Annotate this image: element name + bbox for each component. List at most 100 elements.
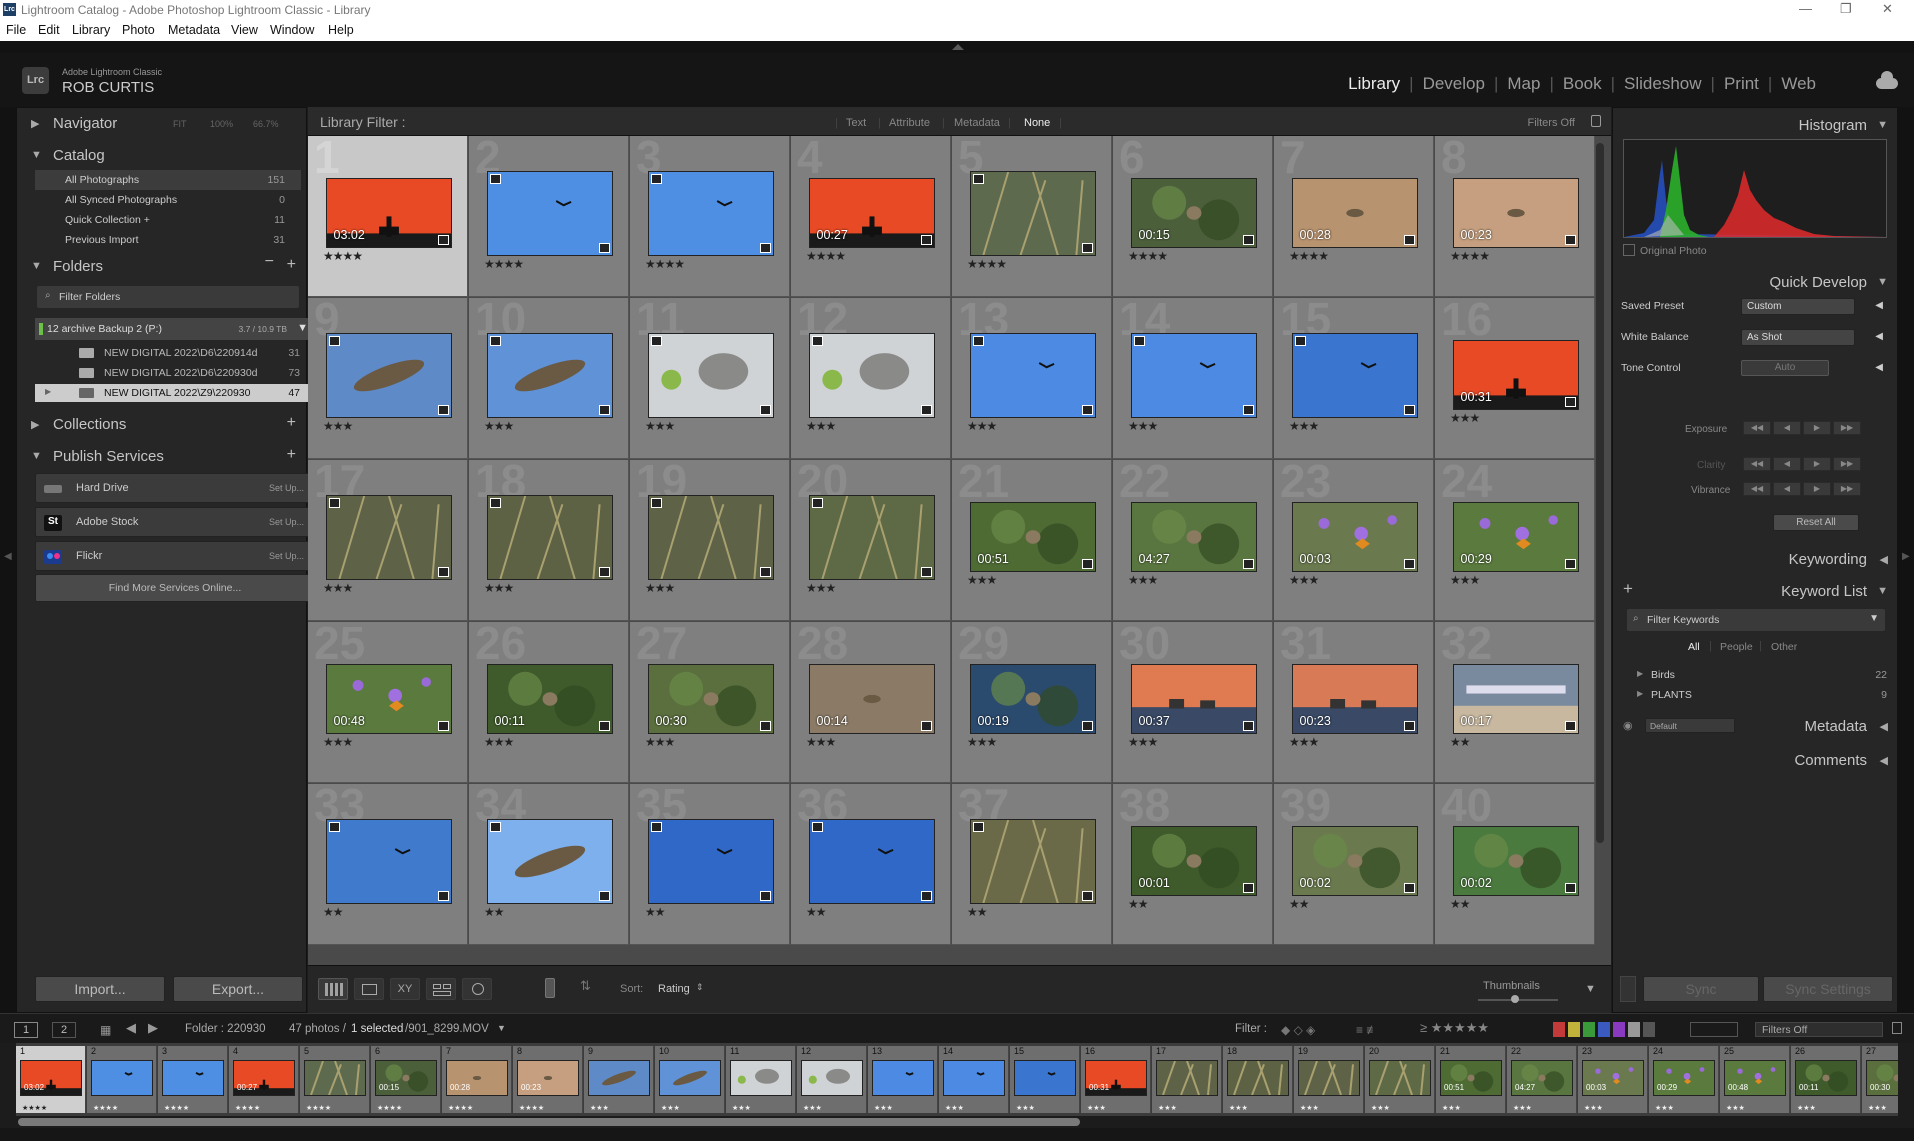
sort-dropdown[interactable]: Rating xyxy=(658,983,690,995)
white-balance-arrow-icon[interactable]: ◀ xyxy=(1875,331,1883,342)
photo-thumbnail[interactable] xyxy=(808,332,935,418)
minimize-button[interactable]: — xyxy=(1799,1,1812,16)
remove-folder-icon[interactable]: − xyxy=(265,253,274,271)
top-panel-toggle[interactable] xyxy=(0,41,1914,53)
star-rating[interactable]: ★★★★ xyxy=(1128,249,1168,263)
photo-thumbnail[interactable]: 00:02 xyxy=(1291,826,1418,896)
collections-header[interactable]: ▶ Collections + xyxy=(17,412,306,438)
star-rating[interactable]: ★★★★ xyxy=(1289,249,1329,263)
photo-thumbnail[interactable]: 00:28 xyxy=(1291,178,1418,248)
catalog-item-quick-collection[interactable]: Quick Collection + 11 xyxy=(35,210,301,230)
sort-direction-icon[interactable]: ⇅ xyxy=(580,978,610,1000)
grid-cell[interactable]: 8 00:23 ★★★★ xyxy=(1435,136,1595,297)
grid-cell[interactable]: 31 00:23 ★★★ xyxy=(1274,617,1434,783)
keyword-row-plants[interactable]: ▶ PLANTS 9 xyxy=(1637,686,1887,704)
photo-thumbnail[interactable]: 00:15 xyxy=(1130,178,1257,248)
filmstrip-thumbnail[interactable] xyxy=(1369,1060,1431,1096)
volume-row[interactable]: 12 archive Backup 2 (P:) 3.7 / 10.9 TB ▼ xyxy=(35,318,317,340)
zoom-fit[interactable]: FIT xyxy=(173,119,187,129)
service-setup-link[interactable]: Set Up... xyxy=(269,551,304,561)
filmstrip-thumbnail[interactable]: 00:03 xyxy=(1582,1060,1644,1096)
photo-thumbnail[interactable] xyxy=(325,818,452,904)
loupe-view-icon[interactable] xyxy=(354,978,384,1000)
filmstrip-thumbnail[interactable] xyxy=(1014,1060,1076,1096)
star-rating[interactable]: ★★★ xyxy=(1128,735,1158,749)
metadata-preset-select[interactable]: Default xyxy=(1645,718,1735,733)
photo-thumbnail[interactable] xyxy=(486,332,613,418)
filmstrip-cell[interactable]: 13 ★★★ xyxy=(868,1046,938,1113)
comments-header[interactable]: Comments ◀ xyxy=(1613,746,1897,774)
photo-thumbnail[interactable] xyxy=(969,170,1096,256)
file-dropdown-icon[interactable]: ▼ xyxy=(497,1023,506,1033)
restore-button[interactable]: ❐ xyxy=(1840,1,1852,17)
grid-cell[interactable]: 15 ★★★ xyxy=(1274,293,1434,459)
star-rating[interactable]: ★★★ xyxy=(1289,735,1319,749)
star-rating[interactable]: ★★★★ xyxy=(967,257,1007,271)
filmstrip-cell[interactable]: 22 04:27 ★★★ xyxy=(1507,1046,1577,1113)
rating-filter-stars[interactable]: ≥ ★★★★★ xyxy=(1420,1020,1489,1036)
filmstrip-cell[interactable]: 23 00:03 ★★★ xyxy=(1578,1046,1648,1113)
catalog-header[interactable]: ▼ Catalog xyxy=(17,143,306,169)
publish-service-flickr[interactable]: Flickr Set Up... xyxy=(35,541,315,571)
keyword-tab-other[interactable]: Other xyxy=(1771,641,1797,653)
grid-cell[interactable]: 23 00:03 ★★★ xyxy=(1274,455,1434,621)
filmstrip-thumbnail[interactable] xyxy=(730,1060,792,1096)
keywording-header[interactable]: Keywording ◀ xyxy=(1613,545,1897,573)
tone-control-arrow-icon[interactable]: ◀ xyxy=(1875,362,1883,373)
grid-cell[interactable]: 1 03:02 ★★★★ xyxy=(308,136,468,297)
expand-arrow-icon[interactable]: ▼ xyxy=(31,450,42,462)
filmstrip-thumbnail[interactable]: 00:23 xyxy=(517,1060,579,1096)
menu-view[interactable]: View xyxy=(231,23,258,37)
catalog-item-all-photographs[interactable]: All Photographs 151 xyxy=(35,170,301,190)
grid-cell[interactable]: 27 00:30 ★★★ xyxy=(630,617,790,783)
filmstrip-cell[interactable]: 3 ★★★★ xyxy=(158,1046,228,1113)
add-collection-icon[interactable]: + xyxy=(287,414,296,432)
grid-cell[interactable]: 4 00:27 ★★★★ xyxy=(791,136,951,297)
grid-scrollbar[interactable] xyxy=(1596,143,1604,843)
photo-thumbnail[interactable]: 00:23 xyxy=(1452,178,1579,248)
filmstrip-cell[interactable]: 16 00:31 ★★★ xyxy=(1081,1046,1151,1113)
photo-thumbnail[interactable]: 04:27 xyxy=(1130,502,1257,572)
star-rating[interactable]: ★★★★ xyxy=(484,257,524,271)
filter-none[interactable]: None xyxy=(1024,117,1050,129)
star-rating[interactable]: ★★ xyxy=(1128,897,1148,911)
back-arrow-icon[interactable]: ◀ xyxy=(126,1020,136,1036)
star-rating[interactable]: ★★ xyxy=(1450,897,1470,911)
sync-settings-button[interactable]: Sync Settings xyxy=(1763,976,1893,1002)
filmstrip-cell[interactable]: 18 ★★★ xyxy=(1223,1046,1293,1113)
expand-arrow-icon[interactable]: ▼ xyxy=(31,260,42,272)
photo-thumbnail[interactable]: 00:30 xyxy=(647,664,774,734)
photo-thumbnail[interactable] xyxy=(325,332,452,418)
filmstrip-cell[interactable]: 20 ★★★ xyxy=(1365,1046,1435,1113)
clarity-stepper[interactable]: ◀◀ ◀ ▶ ▶▶ xyxy=(1743,457,1863,471)
star-rating[interactable]: ★★ xyxy=(323,905,343,919)
filmstrip-cell[interactable]: 12 ★★★ xyxy=(797,1046,867,1113)
expand-arrow-icon[interactable]: ▼ xyxy=(1877,119,1888,131)
star-rating[interactable]: ★★★ xyxy=(645,581,675,595)
expand-left-arrow-icon[interactable]: ◀ xyxy=(4,551,12,562)
filter-folders-input[interactable]: ⌕ Filter Folders xyxy=(37,286,299,308)
filmstrip-thumbnail[interactable] xyxy=(1298,1060,1360,1096)
star-rating[interactable]: ★★★ xyxy=(806,581,836,595)
star-rating[interactable]: ★★★ xyxy=(1450,411,1480,425)
filters-off-dropdown[interactable]: Filters Off xyxy=(1755,1022,1883,1037)
module-map[interactable]: Map xyxy=(1507,74,1540,94)
module-develop[interactable]: Develop xyxy=(1423,74,1485,94)
grid-cell[interactable]: 11 ★★★ xyxy=(630,293,790,459)
photo-thumbnail[interactable]: 00:19 xyxy=(969,664,1096,734)
star-rating[interactable]: ★★★★ xyxy=(806,249,846,263)
filmstrip-cell[interactable]: 5 ★★★★ xyxy=(300,1046,370,1113)
photo-thumbnail[interactable] xyxy=(647,494,774,580)
filmstrip-thumbnail[interactable]: 04:27 xyxy=(1511,1060,1573,1096)
filmstrip-cell[interactable]: 21 00:51 ★★★ xyxy=(1436,1046,1506,1113)
eye-icon[interactable]: ◉ xyxy=(1623,719,1633,732)
filmstrip-cell[interactable]: 6 00:15 ★★★★ xyxy=(371,1046,441,1113)
star-rating[interactable]: ★★★ xyxy=(645,735,675,749)
filmstrip-cell[interactable]: 27 00:30 ★★★ xyxy=(1862,1046,1898,1113)
filmstrip-cell[interactable]: 7 00:28 ★★★★ xyxy=(442,1046,512,1113)
filmstrip-thumbnail[interactable] xyxy=(588,1060,650,1096)
star-rating[interactable]: ★★★ xyxy=(484,581,514,595)
star-rating[interactable]: ★★★★ xyxy=(645,257,685,271)
thumbnail-size-knob[interactable] xyxy=(1511,995,1519,1003)
filmstrip-cell[interactable]: 17 ★★★ xyxy=(1152,1046,1222,1113)
